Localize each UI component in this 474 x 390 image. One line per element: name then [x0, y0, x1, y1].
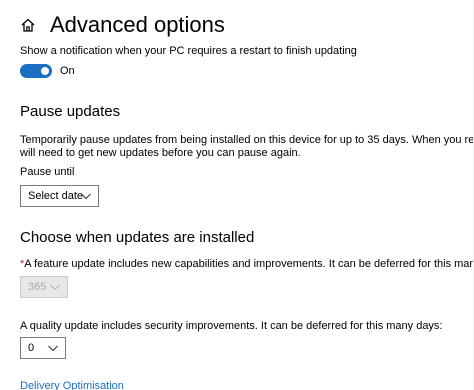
chevron-down-icon: [47, 343, 59, 353]
chevron-down-icon: [49, 282, 61, 292]
choose-when-heading: Choose when updates are installed: [20, 229, 255, 246]
quality-deferral-value: 0: [28, 342, 35, 354]
settings-page: Advanced options Show a notification whe…: [0, 0, 474, 390]
toggle-knob: [41, 67, 49, 75]
feature-deferral-dropdown[interactable]: 365: [20, 276, 68, 298]
restart-notification-toggle[interactable]: [20, 64, 52, 78]
quality-deferral-dropdown[interactable]: 0: [20, 337, 66, 359]
pause-until-label: Pause until: [20, 166, 75, 178]
page-title: Advanced options: [50, 12, 225, 37]
page-header: Advanced options: [20, 8, 225, 42]
pause-until-dropdown[interactable]: Select date: [20, 185, 99, 207]
restart-notification-description: Show a notification when your PC require…: [20, 45, 357, 57]
restart-notification-toggle-row: On: [20, 64, 75, 78]
chevron-down-icon: [80, 191, 92, 201]
feature-deferral-value: 365: [28, 281, 47, 293]
pause-until-value: Select date: [28, 190, 84, 202]
feature-update-label-row: *A feature update includes new capabilit…: [20, 258, 474, 271]
home-icon[interactable]: [20, 17, 36, 33]
toggle-state-label: On: [60, 65, 75, 77]
quality-update-label: A quality update includes security impro…: [20, 320, 443, 332]
pause-updates-heading: Pause updates: [20, 103, 121, 120]
feature-update-label: A feature update includes new capabiliti…: [24, 258, 474, 270]
pause-updates-description-line2: will need to get new updates before you …: [20, 147, 301, 159]
pause-updates-description-line1: Temporarily pause updates from being ins…: [20, 134, 474, 146]
delivery-optimisation-link[interactable]: Delivery Optimisation: [20, 380, 124, 390]
